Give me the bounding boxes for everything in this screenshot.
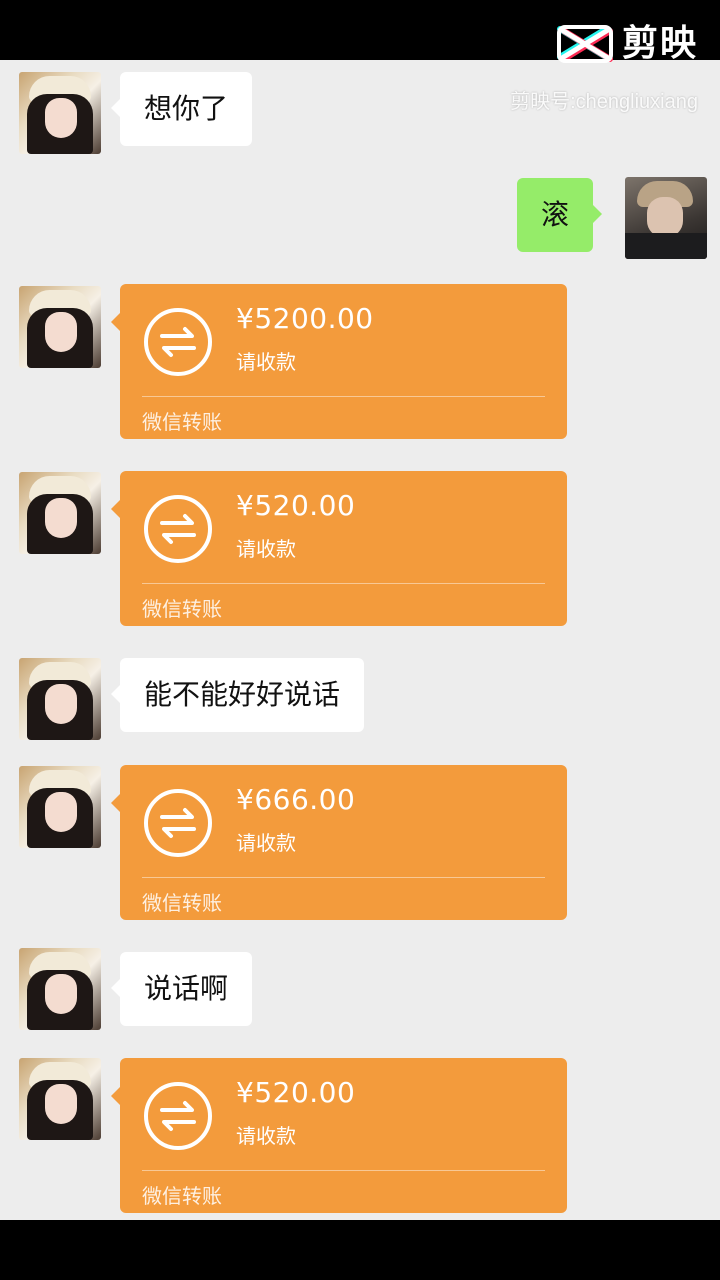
divider: [142, 1170, 545, 1171]
transfer-amount: ¥666.00: [236, 783, 356, 816]
transfer-icon: [144, 495, 212, 563]
transfer-amount: ¥520.00: [236, 1076, 356, 1109]
received-message[interactable]: 想你了: [110, 72, 253, 146]
watermark: 剪映号:chengliuxiang: [510, 91, 698, 113]
transfer-label: 微信转账: [142, 891, 222, 915]
message-text: 说话啊: [144, 972, 229, 1005]
divider: [142, 877, 545, 878]
message-text: 想你了: [144, 92, 229, 125]
logo-text: 剪映: [621, 23, 698, 64]
transfer-card[interactable]: ¥520.00 请收款 微信转账: [111, 1058, 567, 1213]
capcut-logo: 剪映: [556, 22, 698, 66]
contact-avatar[interactable]: [19, 766, 101, 848]
contact-avatar[interactable]: [19, 1058, 101, 1140]
transfer-card[interactable]: ¥520.00 请收款 微信转账: [111, 471, 567, 626]
transfer-status: 请收款: [236, 831, 296, 855]
transfer-icon: [144, 1082, 212, 1150]
divider: [142, 583, 545, 584]
message-text: 能不能好好说话: [144, 678, 341, 711]
transfer-status: 请收款: [236, 350, 296, 374]
contact-avatar[interactable]: [19, 72, 101, 154]
bottom-bar: [0, 1220, 720, 1280]
transfer-card[interactable]: ¥666.00 请收款 微信转账: [111, 765, 567, 920]
transfer-card[interactable]: ¥5200.00 请收款 微信转账: [111, 284, 567, 439]
contact-avatar[interactable]: [19, 472, 101, 554]
transfer-label: 微信转账: [142, 1184, 222, 1208]
chat-area: 想你了 滚 ¥5200.00 请收款 微信转账 ¥520.00 请收款 微信转账…: [0, 60, 720, 1220]
received-message[interactable]: 能不能好好说话: [110, 658, 365, 732]
transfer-label: 微信转账: [142, 410, 222, 434]
contact-avatar[interactable]: [19, 286, 101, 368]
transfer-icon: [144, 308, 212, 376]
user-avatar[interactable]: [625, 177, 707, 259]
transfer-label: 微信转账: [142, 597, 222, 621]
transfer-amount: ¥5200.00: [236, 302, 374, 335]
contact-avatar[interactable]: [19, 948, 101, 1030]
transfer-icon: [144, 789, 212, 857]
divider: [142, 396, 545, 397]
transfer-amount: ¥520.00: [236, 489, 356, 522]
capcut-logo-icon: [556, 25, 613, 63]
contact-avatar[interactable]: [19, 658, 101, 740]
sent-message[interactable]: 滚: [517, 178, 603, 252]
message-text: 滚: [541, 198, 570, 231]
transfer-status: 请收款: [236, 537, 296, 561]
received-message[interactable]: 说话啊: [110, 952, 253, 1026]
transfer-status: 请收款: [236, 1124, 296, 1148]
